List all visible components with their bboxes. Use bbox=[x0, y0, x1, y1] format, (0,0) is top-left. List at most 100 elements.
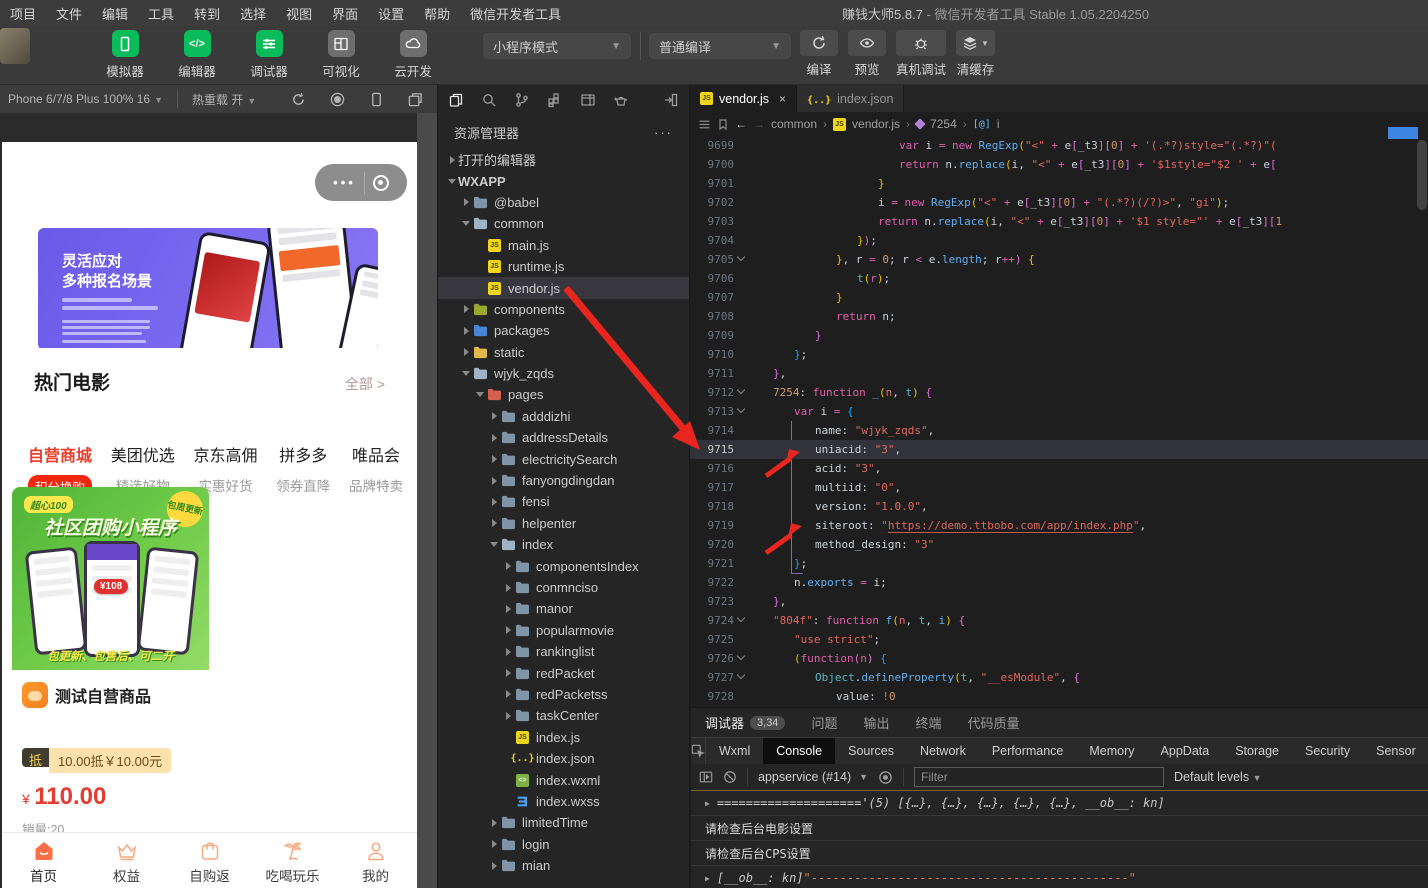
breadcrumb-item[interactable]: 7254 bbox=[930, 117, 957, 131]
git-icon[interactable] bbox=[514, 92, 530, 108]
compile-dropdown[interactable]: 普通编译▼ bbox=[649, 33, 791, 59]
menu-item-项目[interactable]: 项目 bbox=[0, 4, 46, 23]
tree-item-index.wxss[interactable]: index.wxss bbox=[438, 791, 689, 812]
toolbar-button-云开发[interactable]: 云开发 bbox=[388, 30, 438, 80]
close-tab-icon[interactable]: × bbox=[779, 92, 786, 106]
tree-item-login[interactable]: login bbox=[438, 834, 689, 855]
outline-icon[interactable] bbox=[698, 118, 711, 131]
tree-item-index.js[interactable]: JSindex.js bbox=[438, 727, 689, 748]
menu-item-设置[interactable]: 设置 bbox=[368, 4, 414, 23]
editor-tab-vendor.js[interactable]: JSvendor.js× bbox=[690, 85, 797, 112]
window-icon[interactable] bbox=[580, 92, 596, 108]
tree-item-mian[interactable]: mian bbox=[438, 855, 689, 876]
hero-banner[interactable]: 灵活应对 多种报名场景 bbox=[38, 228, 378, 350]
teapot-icon[interactable] bbox=[613, 92, 629, 108]
sidebar-toggle-icon[interactable] bbox=[699, 770, 713, 784]
fold-chevron-icon[interactable] bbox=[737, 253, 745, 261]
tab-首页[interactable]: 首页 bbox=[2, 833, 85, 888]
tree-item-fanyongdingdan[interactable]: fanyongdingdan bbox=[438, 470, 689, 491]
tree-item-runtime.js[interactable]: JSruntime.js bbox=[438, 256, 689, 277]
menu-item-选择[interactable]: 选择 bbox=[230, 4, 276, 23]
clear-console-icon[interactable] bbox=[723, 770, 737, 784]
mode-dropdown[interactable]: 小程序模式▼ bbox=[483, 33, 631, 59]
menu-item-工具[interactable]: 工具 bbox=[138, 4, 184, 23]
devtools-tab-Sensor[interactable]: Sensor bbox=[1363, 738, 1428, 764]
extensions-icon[interactable] bbox=[547, 92, 563, 108]
tree-item-helpenter[interactable]: helpenter bbox=[438, 513, 689, 534]
toolbar-button-模拟器[interactable]: 模拟器 bbox=[100, 30, 150, 80]
fold-chevron-icon[interactable] bbox=[737, 614, 745, 622]
tree-item-main.js[interactable]: JSmain.js bbox=[438, 235, 689, 256]
breadcrumb-item[interactable]: common bbox=[771, 117, 817, 131]
editor-tab-index.json[interactable]: {..}index.json bbox=[797, 85, 904, 112]
multi-window-icon[interactable] bbox=[408, 92, 423, 107]
breadcrumb-item[interactable]: vendor.js bbox=[852, 117, 900, 131]
menu-item-文件[interactable]: 文件 bbox=[46, 4, 92, 23]
expand-icon[interactable]: ▶ bbox=[705, 874, 710, 883]
devtools-tab-Security[interactable]: Security bbox=[1292, 738, 1363, 764]
tab-权益[interactable]: 权益 bbox=[85, 833, 168, 888]
breadcrumb-item[interactable]: i bbox=[997, 117, 1000, 131]
tree-item-wjyk_zqds[interactable]: wjyk_zqds bbox=[438, 363, 689, 384]
panel-tab-输出[interactable]: 输出 bbox=[863, 713, 889, 732]
menu-item-编辑[interactable]: 编辑 bbox=[92, 4, 138, 23]
tree-item-conmnciso[interactable]: conmnciso bbox=[438, 577, 689, 598]
more-actions-icon[interactable]: ··· bbox=[654, 125, 673, 140]
menu-item-转到[interactable]: 转到 bbox=[184, 4, 230, 23]
tree-item-packages[interactable]: packages bbox=[438, 320, 689, 341]
devtools-tab-Sources[interactable]: Sources bbox=[835, 738, 907, 764]
menu-item-界面[interactable]: 界面 bbox=[322, 4, 368, 23]
tab-我的[interactable]: 我的 bbox=[334, 833, 417, 888]
hot-reload-toggle[interactable]: 热重载 开▼ bbox=[184, 91, 264, 108]
toolbar-button-编辑器[interactable]: </>编辑器 bbox=[172, 30, 222, 80]
devtools-tab-Console[interactable]: Console bbox=[763, 738, 835, 764]
panel-tab-调试器[interactable]: 调试器3,34 bbox=[705, 713, 785, 732]
tree-item-addressDetails[interactable]: addressDetails bbox=[438, 427, 689, 448]
editor-panel[interactable]: JSvendor.js×{..}index.json ← → common›JS… bbox=[690, 85, 1428, 707]
devtools-tab-Performance[interactable]: Performance bbox=[979, 738, 1077, 764]
fold-chevron-icon[interactable] bbox=[737, 405, 745, 413]
fold-chevron-icon[interactable] bbox=[737, 386, 745, 394]
tree-item-@babel[interactable]: @babel bbox=[438, 192, 689, 213]
toolbar-button-调试器[interactable]: 调试器 bbox=[244, 30, 294, 80]
category-拼多多[interactable]: 拼多多领券直降 bbox=[276, 442, 330, 498]
close-target-icon[interactable] bbox=[373, 175, 389, 191]
tree-item-componentsIndex[interactable]: componentsIndex bbox=[438, 555, 689, 576]
panel-tab-代码质量[interactable]: 代码质量 bbox=[967, 713, 1019, 732]
miniprogram-capsule[interactable]: ••• bbox=[315, 164, 407, 201]
devtools-tab-Network[interactable]: Network bbox=[907, 738, 979, 764]
menu-item-微信开发者工具[interactable]: 微信开发者工具 bbox=[460, 4, 571, 23]
tree-item-common[interactable]: common bbox=[438, 213, 689, 234]
tree-item-rankinglist[interactable]: rankinglist bbox=[438, 641, 689, 662]
tree-item-adddizhi[interactable]: adddizhi bbox=[438, 406, 689, 427]
tree-item-static[interactable]: static bbox=[438, 342, 689, 363]
phone-frame-icon[interactable] bbox=[369, 92, 384, 107]
panel-tab-问题[interactable]: 问题 bbox=[811, 713, 837, 732]
tree-item-index.json[interactable]: {..}index.json bbox=[438, 748, 689, 769]
see-all-link[interactable]: 全部 > bbox=[345, 374, 385, 394]
devtools-tab-AppData[interactable]: AppData bbox=[1148, 738, 1223, 764]
fold-chevron-icon[interactable] bbox=[737, 652, 745, 660]
tree-item-electricitySearch[interactable]: electricitySearch bbox=[438, 448, 689, 469]
devtools-tab-Memory[interactable]: Memory bbox=[1076, 738, 1147, 764]
action-button-编译[interactable]: 编译 bbox=[800, 30, 838, 78]
devtools-tab-Wxml[interactable]: Wxml bbox=[706, 738, 763, 764]
tree-item-index.wxml[interactable]: <>index.wxml bbox=[438, 769, 689, 790]
log-levels-dropdown[interactable]: Default levels ▼ bbox=[1174, 770, 1261, 784]
tree-item-limitedTime[interactable]: limitedTime bbox=[438, 812, 689, 833]
nav-forward-icon[interactable]: → bbox=[753, 117, 765, 131]
devtools-tab-Storage[interactable]: Storage bbox=[1222, 738, 1292, 764]
tree-item-redPacket[interactable]: redPacket bbox=[438, 662, 689, 683]
panel-tab-终端[interactable]: 终端 bbox=[915, 713, 941, 732]
category-唯品会[interactable]: 唯品会品牌特卖 bbox=[349, 442, 403, 498]
toolbar-button-可视化[interactable]: 可视化 bbox=[316, 30, 366, 80]
tree-item-index[interactable]: index bbox=[438, 534, 689, 555]
console-filter-input[interactable] bbox=[914, 767, 1164, 787]
avatar[interactable] bbox=[0, 28, 30, 64]
device-selector[interactable]: Phone 6/7/8 Plus 100% 16▼ bbox=[0, 92, 171, 106]
tab-吃喝玩乐[interactable]: 吃喝玩乐 bbox=[251, 833, 334, 888]
action-button-预览[interactable]: 预览 bbox=[848, 30, 886, 78]
tree-item-WXAPP[interactable]: WXAPP bbox=[438, 170, 689, 191]
product-card[interactable]: 超心100 包周更新 社区团购小程序 ¥108 包更新、包售后、可二开 测试自营… bbox=[12, 487, 209, 833]
action-button-真机调试[interactable]: 真机调试 bbox=[896, 30, 946, 78]
